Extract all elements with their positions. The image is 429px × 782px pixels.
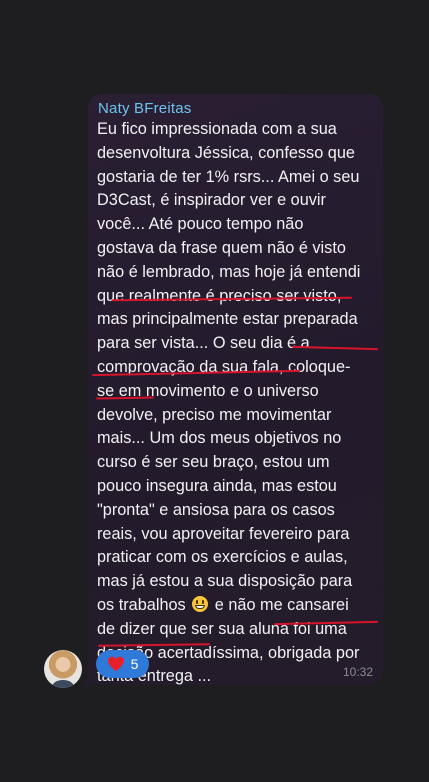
message-line: se em movimento e o universo (97, 381, 319, 400)
message-line: Eu fico impressionada com a sua (97, 120, 337, 138)
avatar[interactable] (44, 650, 82, 688)
message-line: não é lembrado, mas hoje já entendi (97, 262, 361, 281)
message-text: Eu fico impressionada com a sua desenvol… (97, 118, 379, 685)
message-line: praticar com os exercícios e aulas, (97, 548, 348, 567)
message-bubble[interactable]: Naty BFreitas Eu fico impressionada com … (88, 94, 383, 685)
reaction-pill[interactable]: 5 (96, 650, 149, 678)
message-line-emoji: os trabalhos e não me cansarei (97, 594, 379, 618)
message-line: pouco insegura ainda, mas estou (97, 476, 337, 495)
message-line: "pronta" e ansiosa para os casos (97, 500, 335, 519)
message-line: desenvoltura Jéssica, confesso que (97, 143, 355, 162)
message-line: mas principalmente estar preparada (97, 310, 358, 329)
sender-name[interactable]: Naty BFreitas (98, 100, 191, 117)
message-line: mais... Um dos meus objetivos no (97, 429, 342, 448)
grinning-face-emoji-icon (192, 595, 209, 612)
emoji-line-after: e não me cansarei (214, 595, 349, 614)
message-line: gostaria de ter 1% rsrs... Amei o seu (97, 167, 360, 186)
message-line: curso é ser seu braço, estou um (97, 453, 330, 472)
message-line: para ser vista... O seu dia é a (97, 334, 310, 353)
message-line: D3Cast, é inspirador ver e ouvir (97, 191, 326, 210)
message-line: gostava da frase quem não é visto (97, 238, 346, 257)
message-line: mas já estou a sua disposição para (97, 572, 353, 591)
message-line: comprovação da sua fala, coloque- (97, 357, 351, 376)
reaction-count: 5 (130, 656, 139, 672)
heart-icon (107, 656, 124, 672)
message-line: reais, vou aproveitar fevereiro para (97, 524, 350, 543)
avatar-shirt (52, 680, 74, 688)
message-line: devolve, preciso me movimentar (97, 405, 332, 424)
emoji-line-before: os trabalhos (97, 595, 186, 614)
message-line: você... Até pouco tempo não (97, 215, 304, 234)
chat-screen: Naty BFreitas Eu fico impressionada com … (0, 0, 429, 782)
message-time: 10:32 (342, 665, 373, 679)
